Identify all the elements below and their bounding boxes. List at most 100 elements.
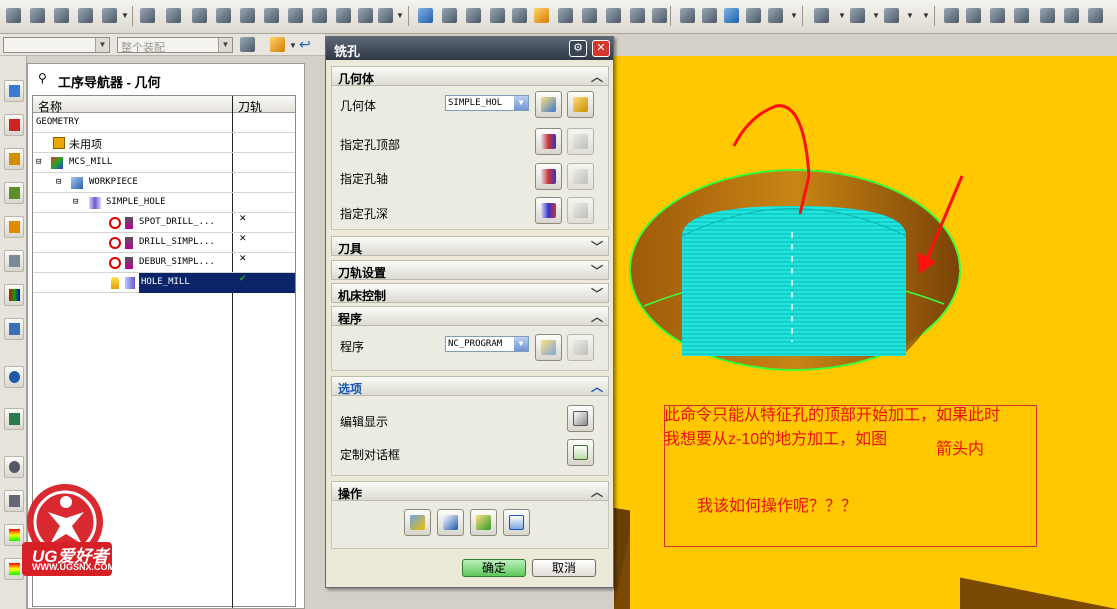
chevron-down-icon[interactable]: ▼ — [121, 11, 129, 20]
display-hole-depth-button[interactable] — [567, 197, 594, 224]
tree-row-hole-mill[interactable]: HOLE_MILL ✔ — [33, 273, 295, 293]
filter-icon[interactable] — [850, 8, 865, 23]
verify-button[interactable] — [470, 509, 497, 536]
reuse-library-icon[interactable] — [4, 216, 24, 238]
cancel-button[interactable]: 取消 — [532, 559, 596, 577]
layers-icon[interactable] — [378, 8, 393, 23]
chevron-up-icon[interactable]: ︿ — [591, 378, 603, 395]
new-program-button[interactable] — [535, 334, 562, 361]
filter-combo[interactable]: ▼ — [3, 37, 110, 53]
chevron-down-icon[interactable]: ﹀ — [591, 285, 603, 302]
method-icon[interactable] — [680, 8, 695, 23]
machine-navigator-icon[interactable] — [4, 250, 24, 272]
section-tool[interactable]: 刀具 ﹀ — [331, 236, 609, 256]
feeds-icon[interactable] — [702, 8, 717, 23]
part-navigator-icon[interactable] — [4, 148, 24, 170]
chevron-up-icon[interactable]: ︿ — [591, 483, 603, 500]
pin-icon[interactable]: ⚲ — [38, 71, 47, 85]
select-icon[interactable] — [814, 8, 829, 23]
tree-row-mcs-mill[interactable]: ⊟ MCS_MILL — [33, 153, 295, 173]
tree-row-unused[interactable]: 未用项 — [33, 133, 295, 153]
collapse-icon[interactable]: ⊟ — [73, 197, 78, 207]
gouge-check-icon[interactable] — [630, 8, 645, 23]
verify-icon[interactable] — [534, 8, 549, 23]
display-hole-top-button[interactable] — [567, 128, 594, 155]
generate-toolpath-icon[interactable] — [418, 8, 433, 23]
column-header-toolpath[interactable]: 刀轨 — [233, 96, 295, 114]
drill-icon[interactable] — [30, 8, 45, 23]
select-hole-top-button[interactable] — [535, 128, 562, 155]
snap-point-icon[interactable] — [270, 37, 285, 52]
chevron-down-icon[interactable]: ▼ — [289, 41, 297, 50]
ok-button[interactable]: 确定 — [462, 559, 526, 577]
collapse-icon[interactable]: ⊟ — [56, 177, 61, 187]
delete-icon[interactable] — [336, 8, 351, 23]
mill-icon[interactable] — [6, 8, 21, 23]
constraint-navigator-icon[interactable] — [4, 114, 24, 136]
display-icon[interactable] — [768, 8, 783, 23]
generate-button[interactable] — [404, 509, 431, 536]
postprocess-icon[interactable] — [558, 8, 573, 23]
end-point-icon[interactable] — [966, 8, 981, 23]
chevron-down-icon[interactable]: ▼ — [514, 337, 528, 351]
tree-row-workpiece[interactable]: ⊟ WORKPIECE — [33, 173, 295, 193]
simulate-icon[interactable] — [512, 8, 527, 23]
list-icon[interactable] — [466, 8, 481, 23]
tree-row-simple-hole[interactable]: ⊟ SIMPLE_HOLE — [33, 193, 295, 213]
section-machine-control[interactable]: 机床控制 ﹀ — [331, 283, 609, 303]
paste-icon[interactable] — [312, 8, 327, 23]
chevron-down-icon[interactable]: ▼ — [838, 11, 846, 20]
dist-icon[interactable] — [652, 8, 667, 23]
assembly-navigator-icon[interactable] — [4, 80, 24, 102]
edit-program-button[interactable] — [567, 334, 594, 361]
select-hole-axis-button[interactable] — [535, 163, 562, 190]
document-icon[interactable] — [4, 408, 24, 430]
section-toolpath-settings[interactable]: 刀轨设置 ﹀ — [331, 260, 609, 280]
section-options[interactable]: 选项 ︿ — [331, 376, 609, 396]
list-button[interactable] — [503, 509, 530, 536]
transform-icon[interactable] — [746, 8, 761, 23]
close-icon[interactable]: ✕ — [592, 40, 610, 57]
create-geometry-icon[interactable] — [216, 8, 231, 23]
geometry-select[interactable]: SIMPLE_HOL ▼ — [445, 95, 529, 111]
create-operation-icon[interactable] — [140, 8, 155, 23]
chevron-down-icon[interactable]: ▼ — [922, 11, 930, 20]
check-icon[interactable] — [102, 8, 117, 23]
copy-icon[interactable] — [288, 8, 303, 23]
chevron-down-icon[interactable]: ▼ — [790, 11, 798, 20]
tree-row-debur-simple[interactable]: DEBUR_SIMPL... ✕ — [33, 253, 295, 273]
output-cls-icon[interactable] — [606, 8, 621, 23]
tree-row-spot-drill[interactable]: SPOT_DRILL_... ✕ — [33, 213, 295, 233]
part-icon[interactable] — [54, 8, 69, 23]
operation-navigator-icon[interactable] — [4, 182, 24, 204]
palette-icon[interactable] — [4, 284, 24, 306]
program-select[interactable]: NC_PROGRAM ▼ — [445, 336, 529, 352]
section-program[interactable]: 程序 ︿ — [331, 306, 609, 326]
assembly-icon[interactable] — [240, 37, 255, 52]
edit-geometry-button[interactable] — [567, 91, 594, 118]
collapse-icon[interactable]: ⊟ — [36, 157, 41, 167]
edit-display-button[interactable] — [567, 405, 594, 432]
cut-icon[interactable] — [264, 8, 279, 23]
chevron-down-icon[interactable]: ▼ — [872, 11, 880, 20]
history-icon[interactable] — [4, 456, 24, 478]
edit-toolpath-icon[interactable] — [490, 8, 505, 23]
object-icon[interactable] — [724, 8, 739, 23]
undo-arrow-icon[interactable]: ↩ — [299, 36, 311, 53]
display-hole-axis-button[interactable] — [567, 163, 594, 190]
gear-icon[interactable]: ⚙ — [569, 40, 587, 57]
chevron-down-icon[interactable]: ▼ — [218, 38, 232, 52]
center-icon[interactable] — [1064, 8, 1079, 23]
point-icon[interactable] — [944, 8, 959, 23]
create-program-icon[interactable] — [166, 8, 181, 23]
tree-row-drill-simple[interactable]: DRILL_SIMPL... ✕ — [33, 233, 295, 253]
custom-dialog-button[interactable] — [567, 439, 594, 466]
scope-combo[interactable]: 整个装配 ▼ — [117, 37, 233, 54]
quadrant-icon[interactable] — [1088, 8, 1103, 23]
chevron-up-icon[interactable]: ︿ — [591, 68, 603, 85]
control-point-icon[interactable] — [1014, 8, 1029, 23]
section-geometry[interactable]: 几何体 ︿ — [331, 66, 609, 86]
chevron-down-icon[interactable]: ﹀ — [591, 238, 603, 255]
chevron-down-icon[interactable]: ▼ — [514, 96, 528, 110]
create-method-icon[interactable] — [240, 8, 255, 23]
